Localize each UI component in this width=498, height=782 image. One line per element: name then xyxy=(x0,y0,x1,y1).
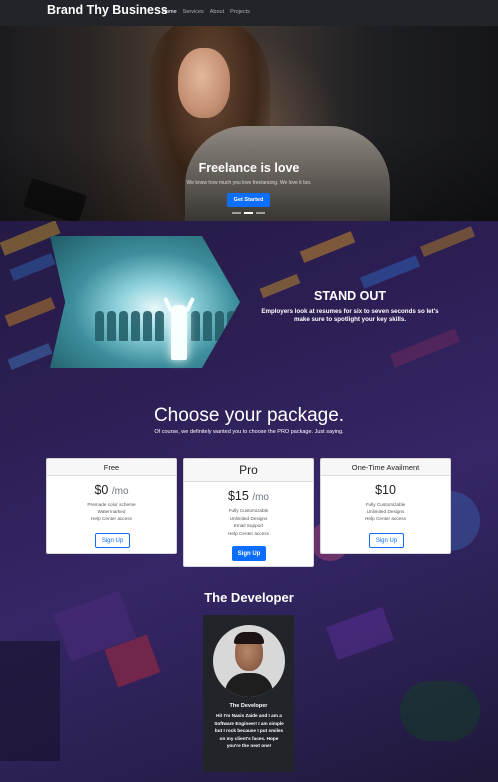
price-period: /mo xyxy=(111,486,129,497)
stand-out-text: Employers look at resumes for six to sev… xyxy=(261,308,439,323)
pricing-card-price: $15 /mo xyxy=(184,489,313,503)
pricing-card-name: Pro xyxy=(184,459,313,482)
one-time-sign-up-button[interactable]: Sign Up xyxy=(369,533,404,548)
pricing-card-pro: Pro $15 /mo Fully Customizable Unlimited… xyxy=(183,458,314,567)
pricing-card-features: Fully Customizable Unlimited Designs Ema… xyxy=(184,507,313,537)
developer-avatar xyxy=(213,625,285,697)
developer-card: The Developer Hi! I'm Nasis Zaide and I … xyxy=(203,615,294,772)
pricing-card-features: Premade color scheme Watermarked Help Ce… xyxy=(47,501,176,522)
pricing-card-price: $10 xyxy=(321,483,450,497)
carousel-indicators xyxy=(232,212,265,214)
navbar: Brand Thy Business Home Services About P… xyxy=(0,0,498,26)
feature-item: Unlimited Designs xyxy=(229,515,268,521)
hero-carousel: Freelance is love We know how much you l… xyxy=(0,26,498,221)
pricing-card-name: One-Time Availment xyxy=(321,459,450,476)
feature-item: Premade color scheme xyxy=(87,502,136,507)
stand-out-title: STAND OUT xyxy=(314,289,386,303)
carousel-indicator-1[interactable] xyxy=(232,212,241,214)
price-amount: $0 xyxy=(94,483,109,497)
nav-link-services[interactable]: Services xyxy=(183,9,204,15)
carousel-indicator-2[interactable] xyxy=(244,212,253,214)
pricing-card-price: $0 /mo xyxy=(47,483,176,497)
carousel-indicator-3[interactable] xyxy=(256,212,265,214)
feature-item: Watermarked xyxy=(97,509,126,514)
feature-item: Help Center access xyxy=(228,530,269,536)
nav-link-home[interactable]: Home xyxy=(162,9,177,15)
developer-card-title: The Developer xyxy=(229,703,268,709)
feature-item: Help Center access xyxy=(91,516,132,521)
packages-subtitle: Of course, we definitely wanted you to c… xyxy=(154,429,344,435)
standout-figure xyxy=(171,305,187,360)
hero-overlay xyxy=(0,26,498,221)
hero-subtitle: We know how much you love freelancing. W… xyxy=(186,180,312,186)
get-started-button[interactable]: Get Started xyxy=(227,193,270,207)
feature-item: Unlimited Designs xyxy=(366,509,405,514)
feature-item: Email Support xyxy=(233,523,264,528)
stand-out-image xyxy=(50,236,240,368)
price-period: /mo xyxy=(252,492,269,503)
pricing-card-one-time: One-Time Availment $10 Fully Customizabl… xyxy=(320,458,451,554)
nav-link-about[interactable]: About xyxy=(210,9,224,15)
free-sign-up-button[interactable]: Sign Up xyxy=(95,533,130,548)
nav-links: Home Services About Projects xyxy=(162,9,250,15)
packages-title: Choose your package. xyxy=(153,405,345,426)
pricing-card-free: Free $0 /mo Premade color scheme Waterma… xyxy=(46,458,177,554)
price-amount: $15 xyxy=(227,489,249,503)
developer-bio: Hi! I'm Nasis Zaide and I am a Software … xyxy=(214,713,284,749)
pro-sign-up-button[interactable]: Sign Up xyxy=(232,546,266,561)
developer-section-title: The Developer xyxy=(204,590,294,605)
feature-item: Fully Customizable xyxy=(228,508,269,513)
nav-link-projects[interactable]: Projects xyxy=(230,9,250,15)
feature-item: Help Center access xyxy=(365,516,406,521)
hero-title: Freelance is love xyxy=(198,161,300,175)
feature-item: Fully Customizable xyxy=(365,502,406,507)
pricing-card-features: Fully Customizable Unlimited Designs Hel… xyxy=(321,501,450,522)
price-amount: $10 xyxy=(375,483,396,497)
brand-logo-link[interactable]: Brand Thy Business xyxy=(47,3,168,17)
pricing-card-name: Free xyxy=(47,459,176,476)
